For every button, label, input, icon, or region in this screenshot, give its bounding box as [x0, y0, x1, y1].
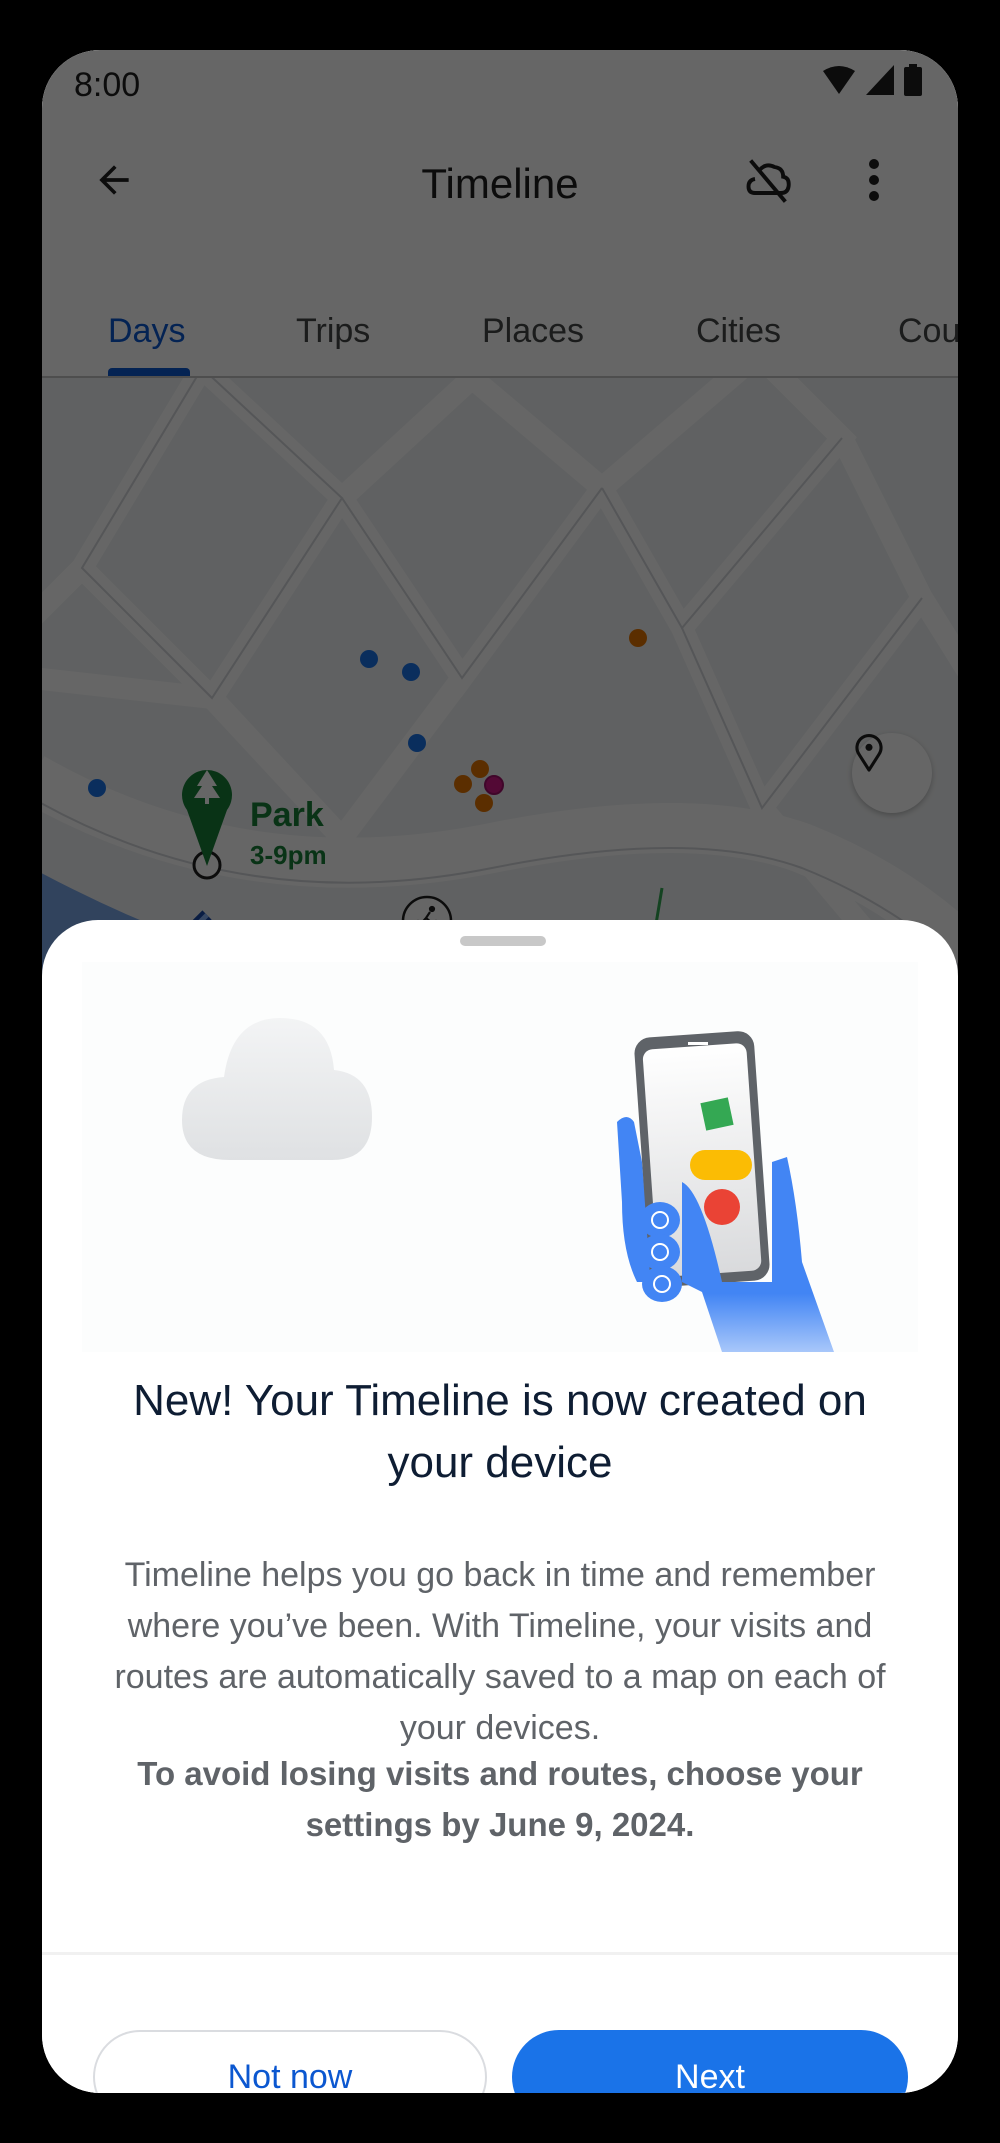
cloud-illustration [182, 1018, 372, 1160]
phone-in-hand-illustration [617, 1031, 834, 1352]
sheet-heading: New! Your Timeline is now created on you… [133, 1376, 867, 1487]
sheet-description: Timeline helps you go back in time and r… [114, 1556, 886, 1747]
modal-scrim[interactable] [42, 50, 958, 1050]
not-now-button[interactable]: Not now [93, 2030, 487, 2093]
drag-handle[interactable] [460, 936, 546, 946]
sheet-deadline-note: To avoid losing visits and routes, choos… [137, 1755, 863, 1843]
button-divider [42, 1952, 958, 1955]
bottom-sheet: New! Your Timeline is now created on you… [42, 920, 958, 2093]
phone-screen: 8:00 Timeline Days Trips Places Cities [42, 50, 958, 2093]
next-button[interactable]: Next [512, 2030, 908, 2093]
illustration [82, 962, 918, 1352]
